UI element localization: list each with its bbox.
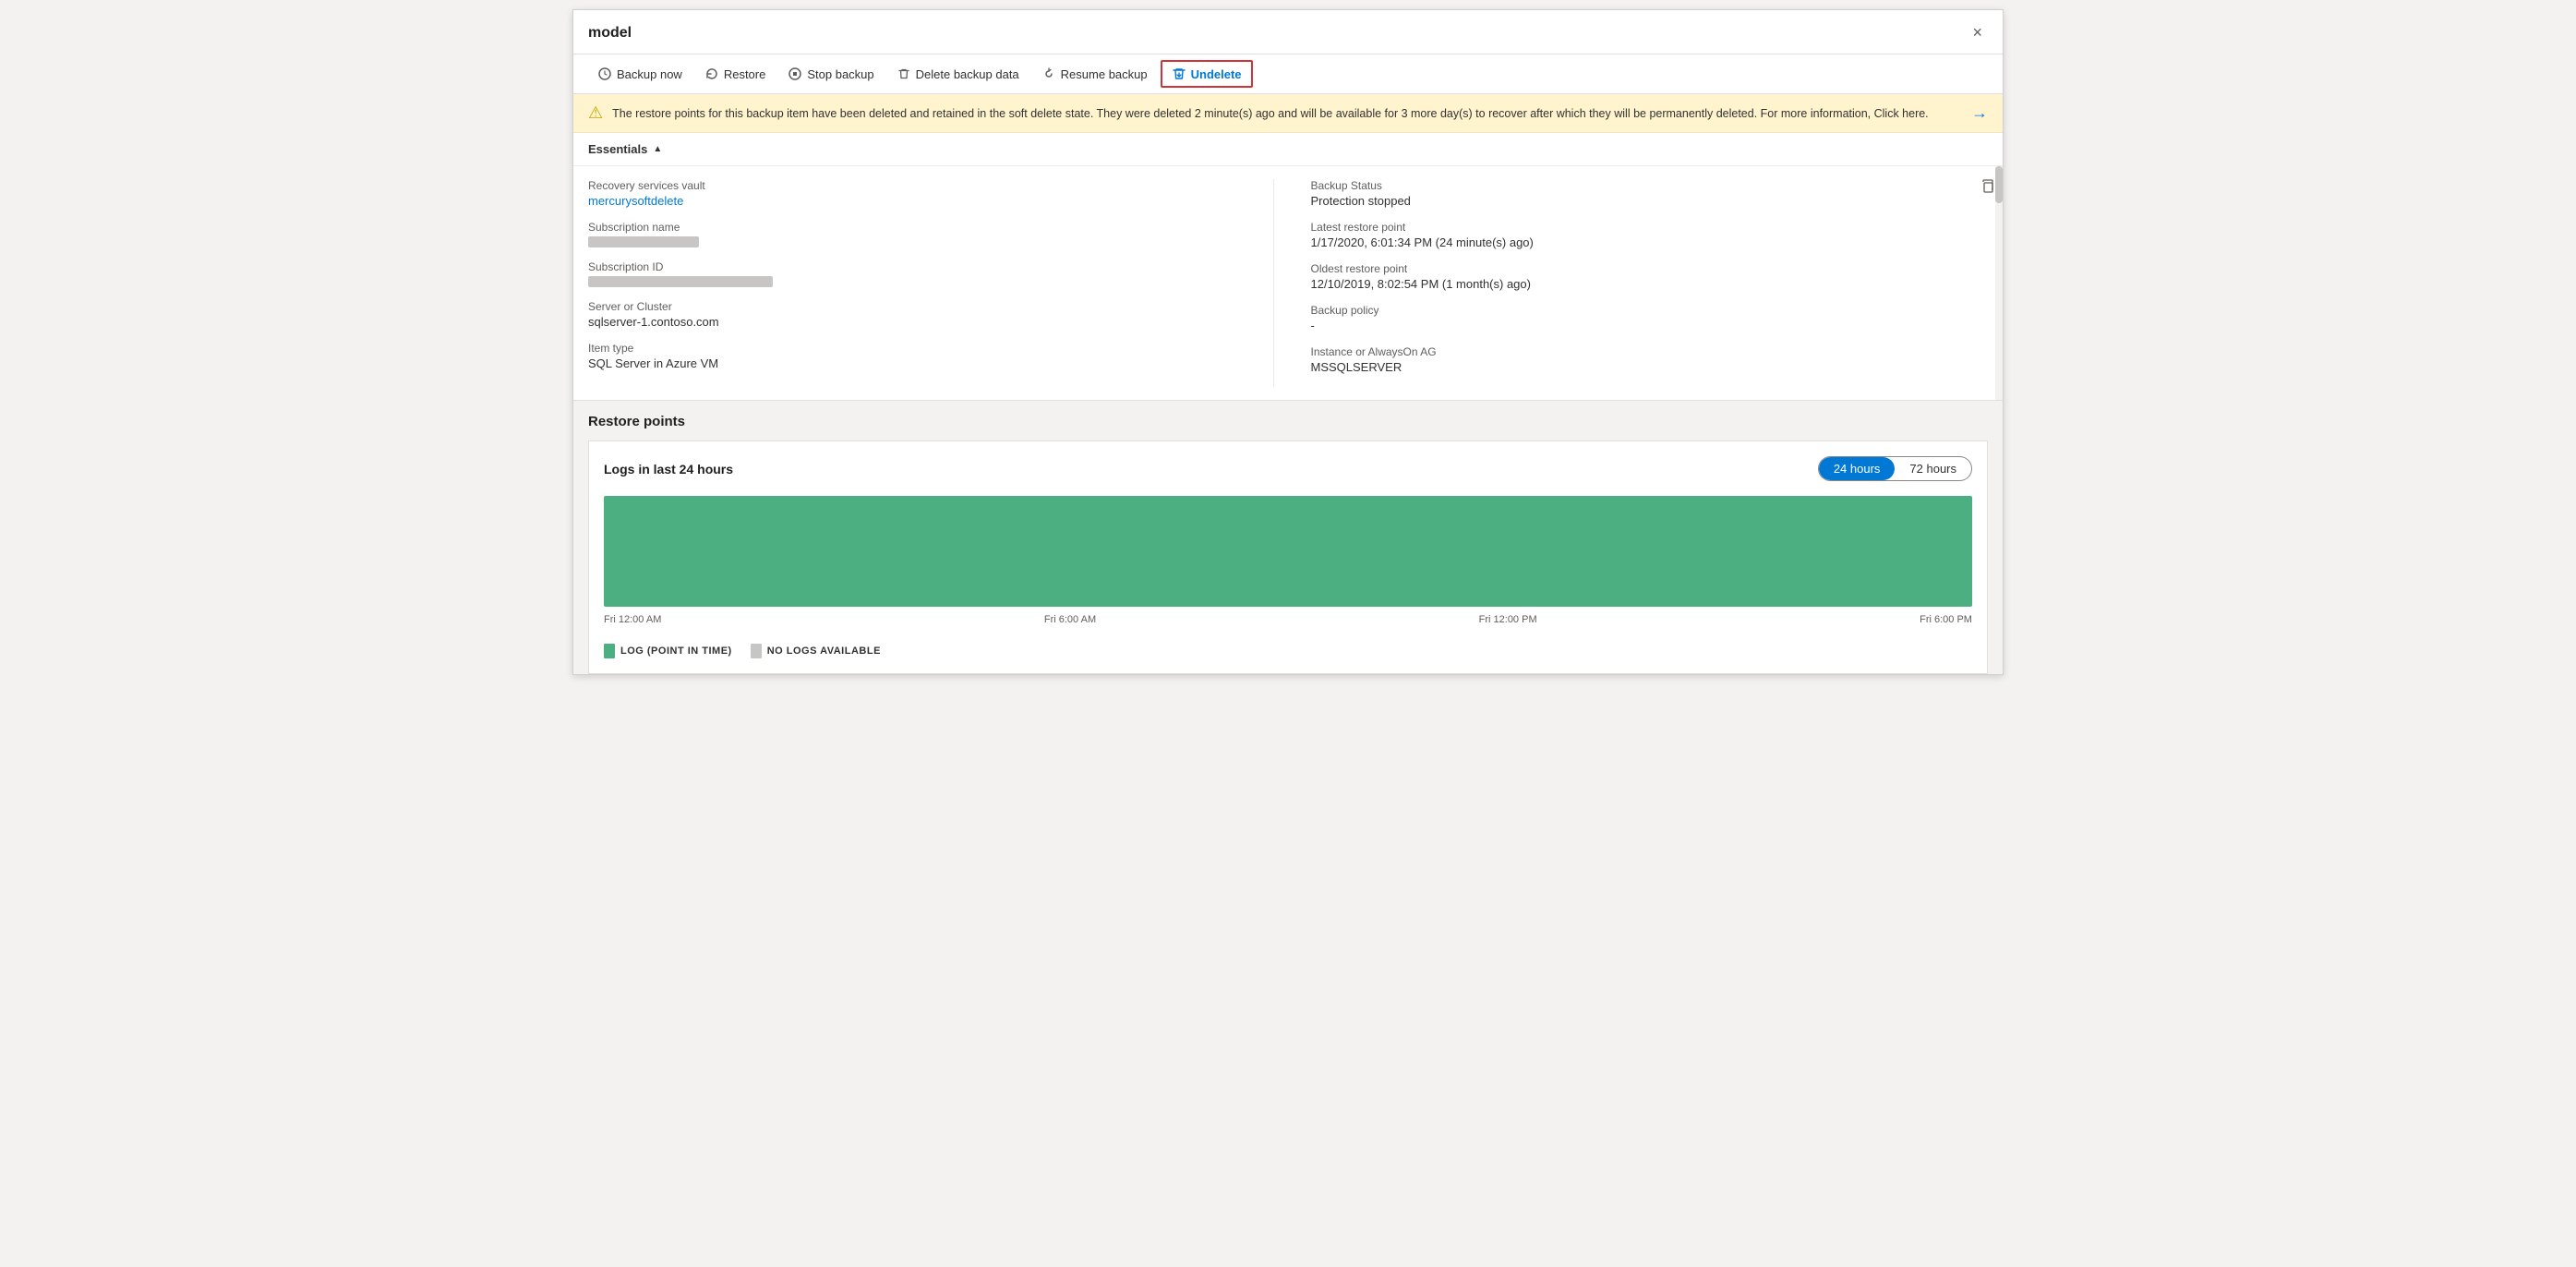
instance-value: MSSQLSERVER	[1311, 360, 1959, 374]
instance-label: Instance or AlwaysOn AG	[1311, 345, 1959, 358]
close-button[interactable]: ×	[1967, 21, 1988, 44]
delete-backup-data-label: Delete backup data	[916, 67, 1019, 81]
subscription-name-field: Subscription name	[588, 221, 1236, 247]
legend-color-green	[604, 644, 615, 658]
backup-now-icon	[597, 66, 612, 81]
resume-icon	[1041, 66, 1056, 81]
warning-icon: ⚠	[588, 103, 603, 123]
item-type-field: Item type SQL Server in Azure VM	[588, 342, 1236, 370]
chart-legend: LOG (POINT IN TIME) NO LOGS AVAILABLE	[604, 636, 1972, 658]
essentials-section: Essentials ▲ Recovery services vault mer…	[573, 133, 2003, 401]
x-axis-label-2: Fri 6:00 AM	[1044, 614, 1096, 625]
undelete-label: Undelete	[1191, 67, 1242, 81]
item-type-value: SQL Server in Azure VM	[588, 356, 1236, 370]
legend-no-logs: NO LOGS AVAILABLE	[751, 644, 881, 658]
latest-restore-point-label: Latest restore point	[1311, 221, 1959, 234]
chart-x-axis: Fri 12:00 AM Fri 6:00 AM Fri 12:00 PM Fr…	[604, 614, 1972, 625]
x-axis-label-4: Fri 6:00 PM	[1920, 614, 1972, 625]
server-cluster-label: Server or Cluster	[588, 300, 1236, 313]
x-axis-label-1: Fri 12:00 AM	[604, 614, 661, 625]
chart-container: Logs in last 24 hours 24 hours 72 hours …	[588, 440, 1988, 674]
legend-no-logs-label: NO LOGS AVAILABLE	[767, 646, 881, 657]
backup-status-label: Backup Status	[1311, 179, 1959, 192]
x-axis-label-3: Fri 12:00 PM	[1479, 614, 1537, 625]
essentials-content: Recovery services vault mercurysoftdelet…	[573, 166, 1973, 400]
resume-backup-label: Resume backup	[1061, 67, 1148, 81]
chart-title: Logs in last 24 hours	[604, 462, 733, 477]
recovery-vault-label: Recovery services vault	[588, 179, 1236, 192]
backup-status-value: Protection stopped	[1311, 194, 1959, 208]
essentials-right: Backup Status Protection stopped Latest …	[1273, 179, 1959, 387]
oldest-restore-point-field: Oldest restore point 12/10/2019, 8:02:54…	[1311, 262, 1959, 291]
essentials-label: Essentials	[588, 142, 647, 156]
subscription-id-label: Subscription ID	[588, 260, 1236, 273]
chart-area	[604, 496, 1972, 607]
undelete-icon	[1172, 66, 1186, 81]
backup-policy-field: Backup policy -	[1311, 304, 1959, 332]
warning-banner: ⚠ The restore points for this backup ite…	[573, 94, 2003, 133]
latest-restore-point-field: Latest restore point 1/17/2020, 6:01:34 …	[1311, 221, 1959, 249]
subscription-id-value	[588, 276, 773, 287]
subscription-name-label: Subscription name	[588, 221, 1236, 234]
item-type-label: Item type	[588, 342, 1236, 355]
legend-log-label: LOG (POINT IN TIME)	[620, 646, 732, 657]
backup-status-field: Backup Status Protection stopped	[1311, 179, 1959, 208]
oldest-restore-point-value: 12/10/2019, 8:02:54 PM (1 month(s) ago)	[1311, 277, 1959, 291]
subscription-id-field: Subscription ID	[588, 260, 1236, 287]
recovery-vault-value[interactable]: mercurysoftdelete	[588, 194, 683, 208]
backup-now-button[interactable]: Backup now	[588, 62, 692, 86]
legend-log-point: LOG (POINT IN TIME)	[604, 644, 732, 658]
subscription-name-value	[588, 236, 699, 247]
backup-now-label: Backup now	[617, 67, 682, 81]
time-toggle: 24 hours 72 hours	[1818, 456, 1972, 481]
restore-label: Restore	[724, 67, 766, 81]
72-hours-button[interactable]: 72 hours	[1895, 457, 1971, 480]
backup-policy-value: -	[1311, 319, 1959, 332]
24-hours-button[interactable]: 24 hours	[1819, 457, 1896, 480]
server-cluster-value: sqlserver-1.contoso.com	[588, 315, 1236, 329]
backup-policy-label: Backup policy	[1311, 304, 1959, 317]
server-cluster-field: Server or Cluster sqlserver-1.contoso.co…	[588, 300, 1236, 329]
essentials-header[interactable]: Essentials ▲	[573, 133, 2003, 166]
instance-field: Instance or AlwaysOn AG MSSQLSERVER	[1311, 345, 1959, 374]
resume-backup-button[interactable]: Resume backup	[1032, 62, 1157, 86]
recovery-vault-field: Recovery services vault mercurysoftdelet…	[588, 179, 1236, 208]
stop-backup-button[interactable]: Stop backup	[778, 62, 883, 86]
warning-arrow-icon[interactable]: →	[1971, 103, 1988, 123]
title-bar: model ×	[573, 10, 2003, 54]
oldest-restore-point-label: Oldest restore point	[1311, 262, 1959, 275]
legend-color-gray	[751, 644, 762, 658]
chart-header: Logs in last 24 hours 24 hours 72 hours	[604, 456, 1972, 481]
delete-icon	[897, 66, 911, 81]
delete-backup-data-button[interactable]: Delete backup data	[887, 62, 1029, 86]
restore-icon	[704, 66, 719, 81]
restore-points-title: Restore points	[588, 414, 1988, 429]
scrollbar-track	[1995, 166, 2003, 400]
main-window: model × Backup now Restore	[572, 9, 2004, 675]
toolbar: Backup now Restore Stop backup	[573, 54, 2003, 94]
undelete-button[interactable]: Undelete	[1161, 60, 1253, 88]
essentials-chevron-icon: ▲	[653, 144, 662, 154]
restore-button[interactable]: Restore	[695, 62, 776, 86]
essentials-left: Recovery services vault mercurysoftdelet…	[588, 179, 1273, 387]
latest-restore-point-value: 1/17/2020, 6:01:34 PM (24 minute(s) ago)	[1311, 235, 1959, 249]
stop-backup-icon	[788, 66, 802, 81]
stop-backup-label: Stop backup	[807, 67, 873, 81]
restore-points-section: Restore points Logs in last 24 hours 24 …	[573, 401, 2003, 674]
window-title: model	[588, 25, 632, 42]
scrollbar-thumb[interactable]	[1995, 166, 2003, 203]
copy-icon[interactable]	[1980, 179, 1995, 199]
warning-text: The restore points for this backup item …	[612, 107, 1962, 120]
